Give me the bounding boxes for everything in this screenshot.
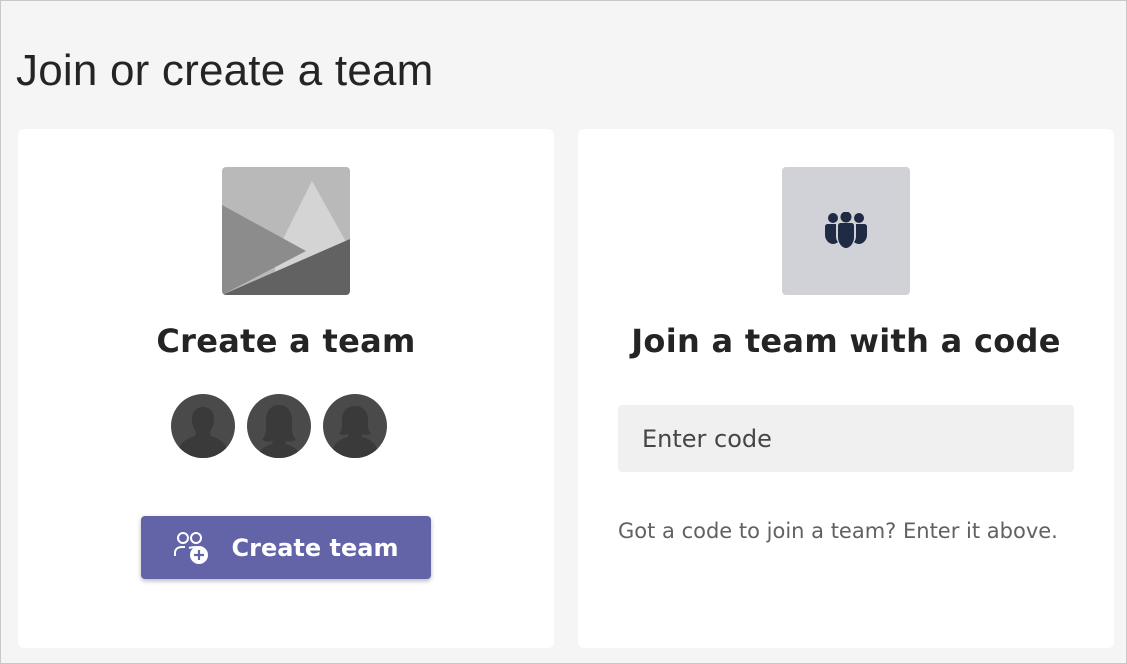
create-team-card: Create a team Create team [18,129,554,648]
person-avatar-icon [171,394,235,458]
page-title: Join or create a team [16,46,434,95]
people-team-icon [782,167,910,295]
app-window: Join or create a team Create a team Crea… [0,0,1127,664]
join-code-hint: Got a code to join a team? Enter it abov… [618,519,1058,543]
join-team-title: Join a team with a code [631,322,1061,360]
join-code-input[interactable] [618,405,1074,472]
add-people-icon [173,531,210,565]
create-team-button[interactable]: Create team [141,516,431,579]
team-picture-placeholder-icon [222,167,350,295]
create-team-title: Create a team [156,322,416,360]
person-avatar-icon [323,394,387,458]
avatar-group [171,394,401,458]
person-avatar-icon [247,394,311,458]
join-team-card: Join a team with a code Got a code to jo… [578,129,1114,648]
create-team-button-label: Create team [231,533,399,562]
